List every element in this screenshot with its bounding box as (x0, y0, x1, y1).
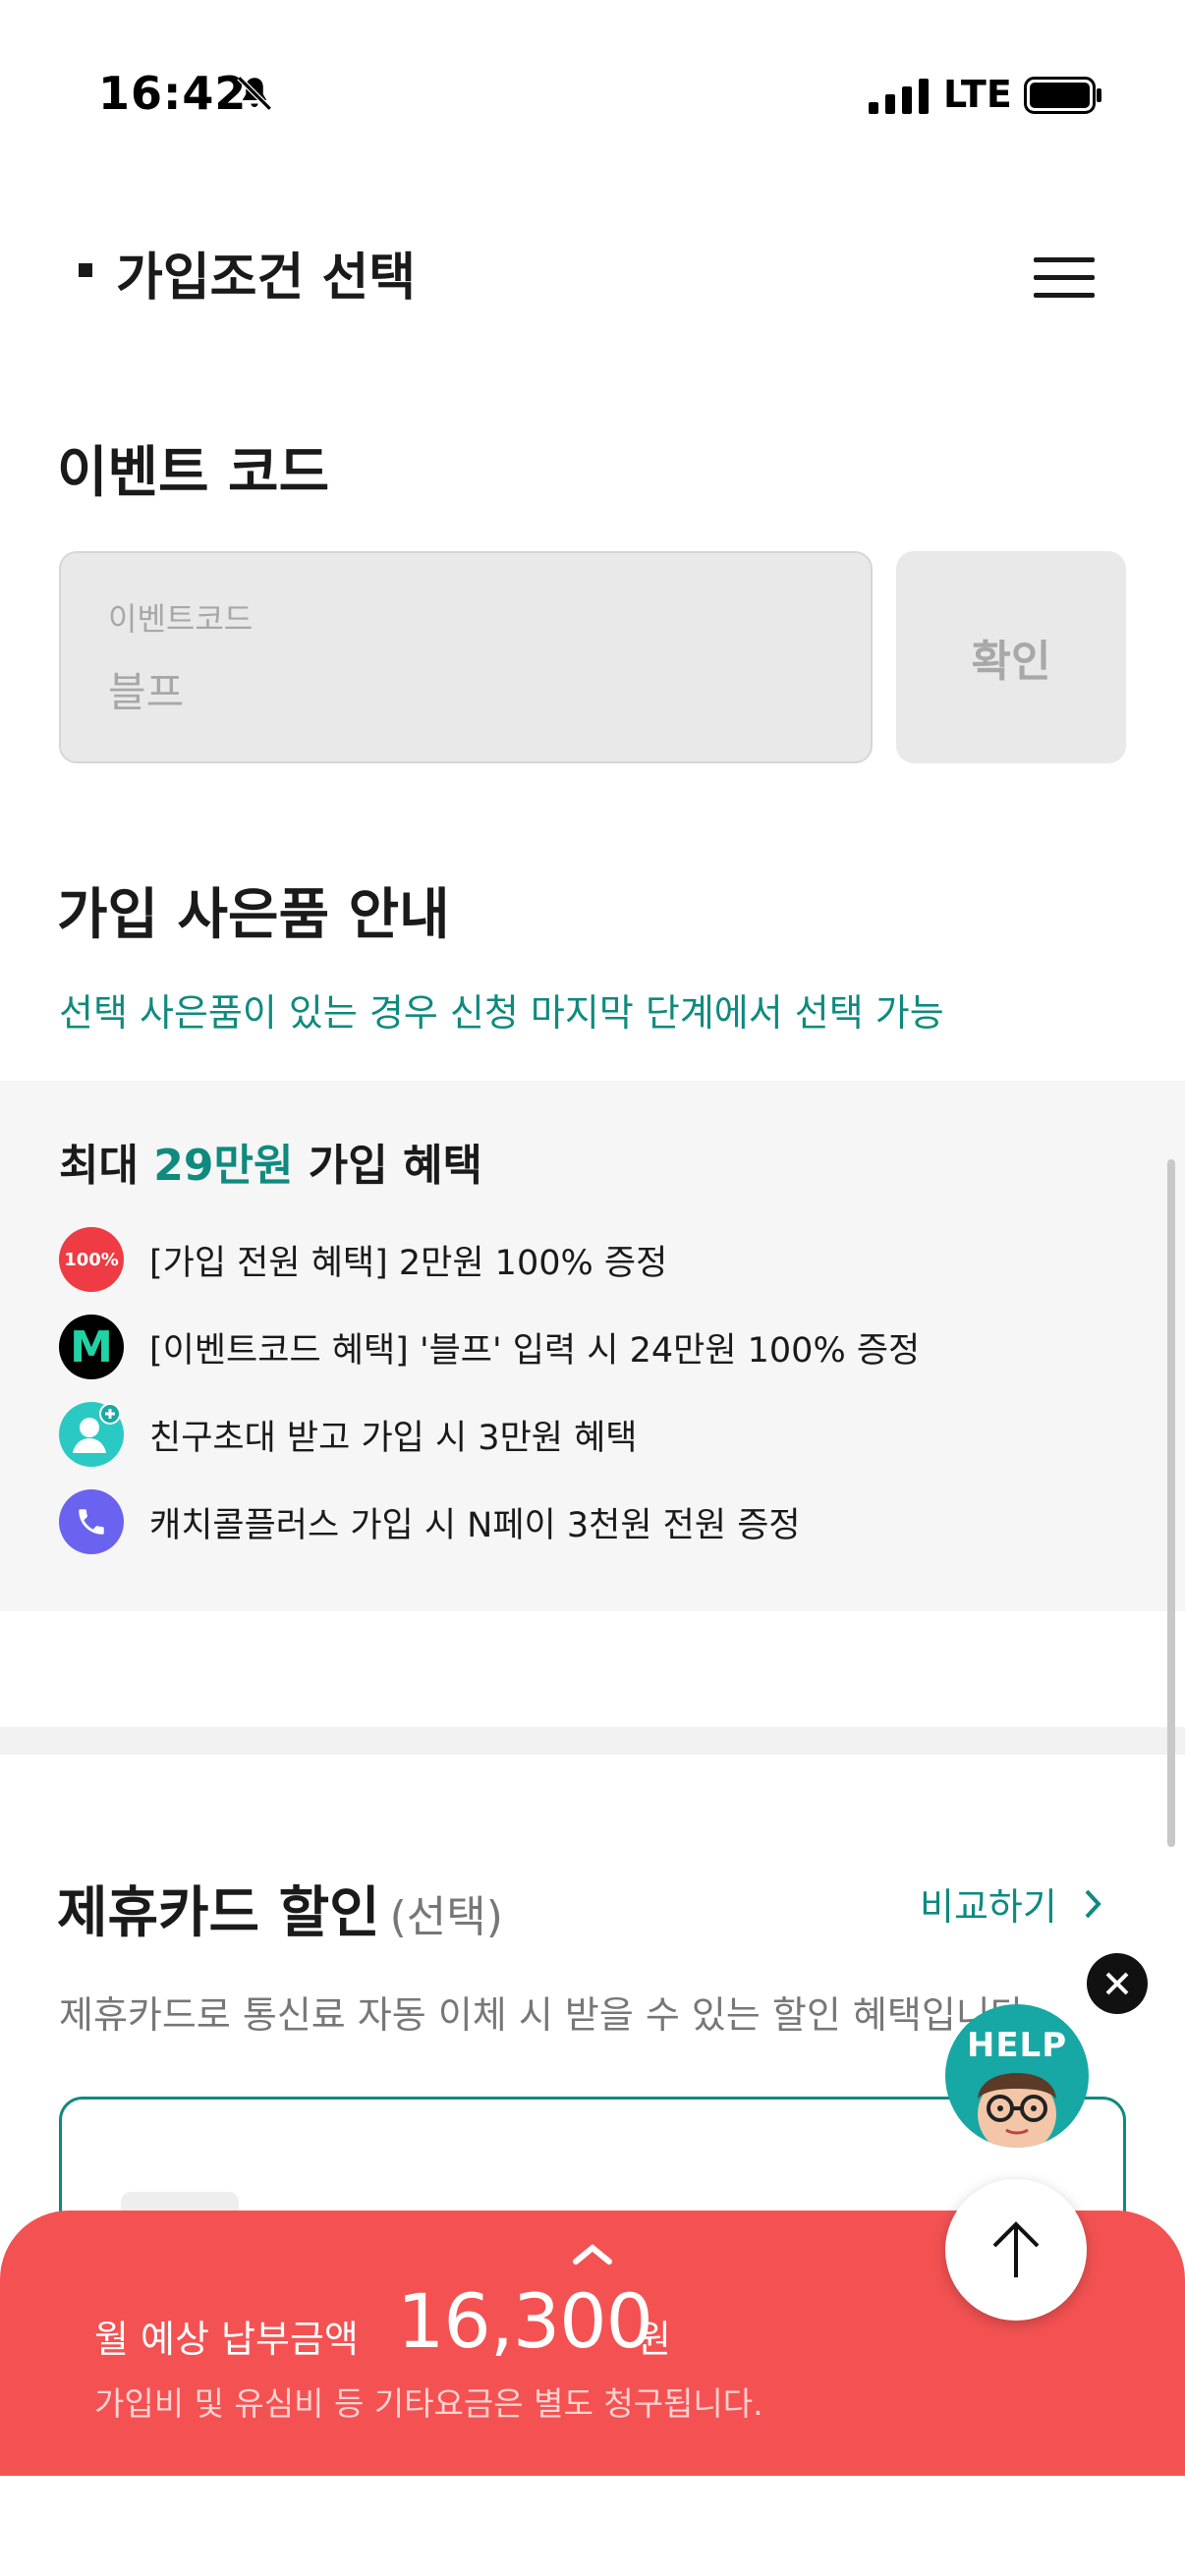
100-percent-badge-icon: 100% (59, 1227, 124, 1292)
card-discount-title: 제휴카드 할인 (선택) (57, 1869, 503, 1948)
event-code-input[interactable]: 이벤트코드 블프 (59, 551, 873, 763)
status-time: 16:42 (98, 67, 248, 120)
close-help-button[interactable] (1087, 1953, 1148, 2014)
event-code-input-label: 이벤트코드 (108, 600, 254, 638)
arrow-up-icon (992, 2221, 1040, 2277)
help-avatar-icon (978, 2073, 1056, 2148)
hamburger-menu-icon[interactable] (1034, 257, 1097, 301)
compare-link-label: 비교하기 (920, 1885, 1057, 1929)
benefit-heading: 최대 29만원 가입 혜택 (59, 1130, 482, 1193)
help-chatbot-button[interactable]: HELP (945, 2004, 1089, 2148)
battery-icon (1024, 77, 1101, 114)
network-label: LTE (943, 73, 1012, 116)
benefit-heading-prefix: 최대 (59, 1141, 154, 1191)
scrollbar[interactable] (1167, 1159, 1175, 1847)
card-discount-optional: (선택) (389, 1892, 503, 1942)
friend-invite-icon (59, 1402, 124, 1467)
compare-link[interactable]: 비교하기 (920, 1876, 1106, 1931)
scroll-to-top-button[interactable] (945, 2179, 1087, 2321)
chevron-up-icon[interactable] (572, 2242, 613, 2266)
phone-icon (59, 1489, 124, 1554)
section-divider (0, 1727, 1185, 1755)
bell-muted-icon (237, 76, 272, 111)
title-bullet (79, 263, 92, 277)
card-discount-subtitle: 제휴카드로 통신료 자동 이체 시 받을 수 있는 할인 혜택입니다. (59, 1993, 1037, 2037)
gift-subtitle: 선택 사은품이 있는 경우 신청 마지막 단계에서 선택 가능 (59, 991, 944, 1035)
benefit-item: 친구초대 받고 가입 시 3만원 혜택 (59, 1402, 1042, 1467)
close-icon (1105, 1972, 1129, 1995)
benefit-item: 100% [가입 전원 혜택] 2만원 100% 증정 (59, 1227, 1042, 1292)
benefit-item-text: [가입 전원 혜택] 2만원 100% 증정 (149, 1243, 668, 1283)
chevron-right-icon (1085, 1889, 1101, 1918)
benefit-item: M [이벤트코드 혜택] '블프' 입력 시 24만원 100% 증정 (59, 1315, 1042, 1379)
benefit-heading-amount: 29만원 (153, 1141, 294, 1191)
fee-note: 가입비 및 유심비 등 기타요금은 별도 청구됩니다. (94, 2384, 763, 2423)
m-logo-icon: M (59, 1315, 124, 1379)
page-title: 가입조건 선택 (116, 249, 417, 308)
monthly-payment-label: 월 예상 납부금액 (94, 2318, 359, 2361)
confirm-button[interactable]: 확인 (896, 551, 1126, 763)
status-bar: 16:42 LTE (0, 0, 1185, 187)
event-code-input-value: 블프 (108, 668, 185, 716)
benefit-item-text: 캐치콜플러스 가입 시 N페이 3천원 전원 증정 (149, 1505, 801, 1545)
benefit-item-text: 친구초대 받고 가입 시 3만원 혜택 (149, 1418, 638, 1458)
benefit-heading-suffix: 가입 혜택 (293, 1141, 483, 1191)
monthly-payment-amount: 16,300 (397, 2277, 653, 2365)
gift-section-title: 가입 사은품 안내 (57, 883, 450, 947)
card-discount-title-text: 제휴카드 할인 (57, 1881, 380, 1945)
event-code-title: 이벤트 코드 (57, 441, 330, 505)
monthly-payment-unit: 원 (637, 2318, 671, 2361)
benefit-item: 캐치콜플러스 가입 시 N페이 3천원 전원 증정 (59, 1489, 1042, 1554)
signal-icon (869, 79, 929, 114)
benefit-item-text: [이벤트코드 혜택] '블프' 입력 시 24만원 100% 증정 (149, 1330, 921, 1371)
